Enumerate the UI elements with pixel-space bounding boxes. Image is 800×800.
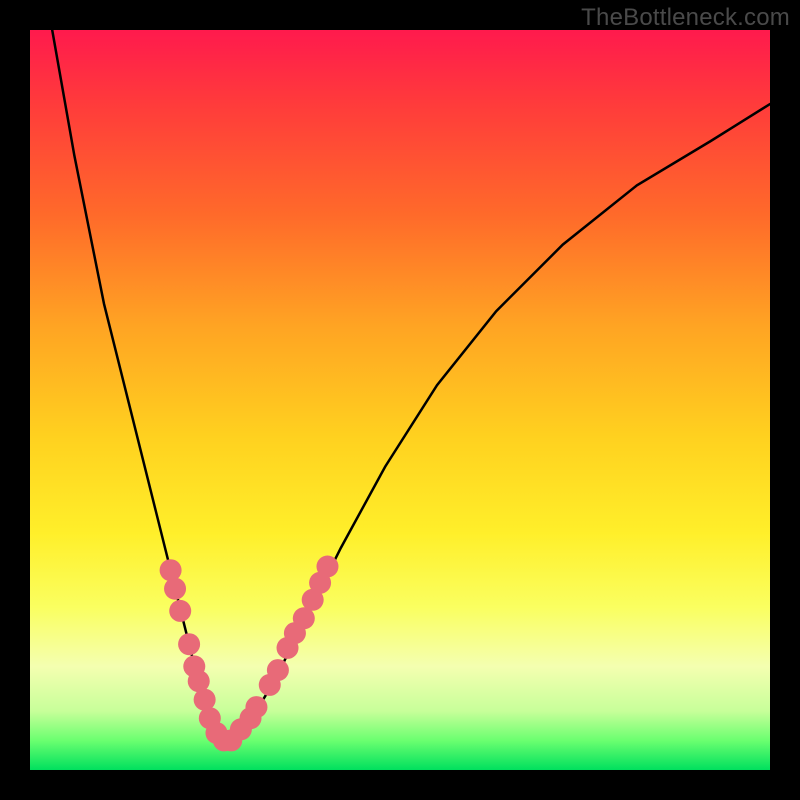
plot-area [30,30,770,770]
data-dots [160,556,339,752]
data-dot [245,696,267,718]
chart-frame: TheBottleneck.com [0,0,800,800]
chart-svg [30,30,770,770]
data-dot [164,578,186,600]
bottleneck-curve [52,30,770,740]
data-dot [267,659,289,681]
data-dot [316,556,338,578]
data-dot [194,689,216,711]
data-dot [169,600,191,622]
watermark-text: TheBottleneck.com [581,4,790,32]
data-dot [160,559,182,581]
data-dot [178,633,200,655]
